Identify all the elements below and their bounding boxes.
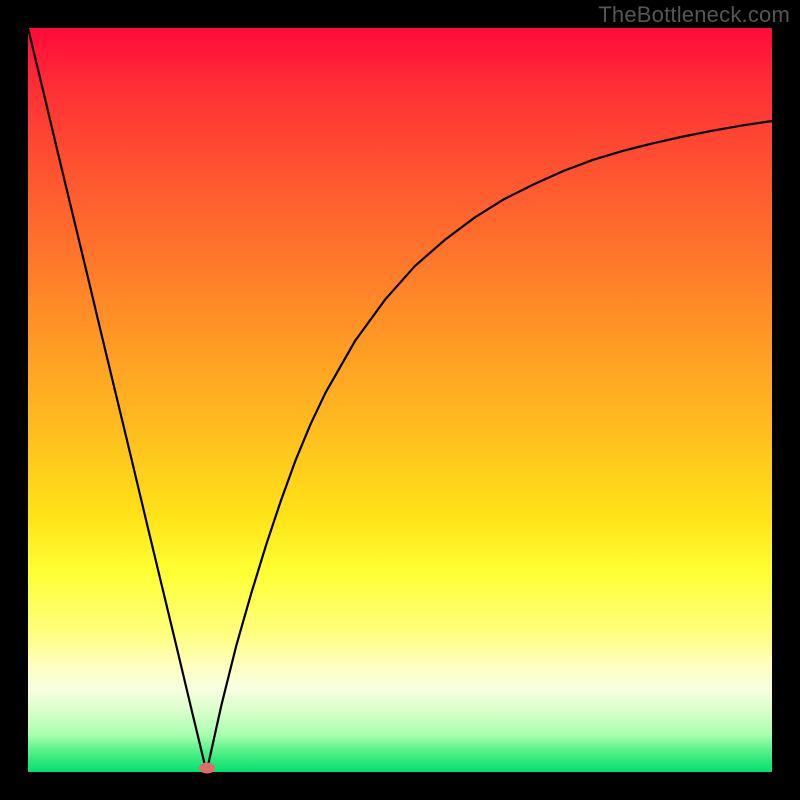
watermark-label: TheBottleneck.com (598, 2, 790, 28)
plot-area (28, 28, 772, 772)
optimum-marker (199, 763, 215, 774)
chart-frame: TheBottleneck.com (0, 0, 800, 800)
bottleneck-curve (28, 28, 772, 772)
